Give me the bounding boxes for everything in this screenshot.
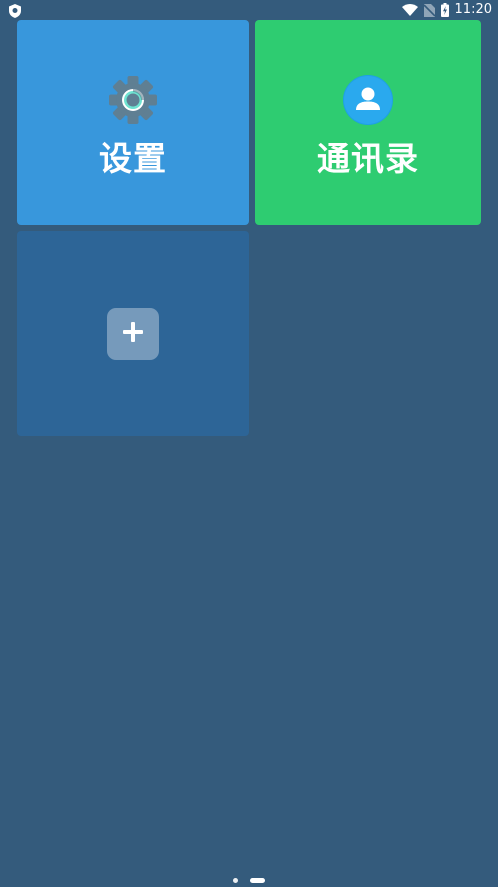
page-dot-active[interactable] (250, 877, 265, 883)
page-dot[interactable] (233, 877, 238, 883)
page-indicator (0, 876, 498, 884)
status-time: 11:20 (454, 2, 492, 17)
settings-label: 设置 (99, 138, 167, 178)
plus-icon (122, 321, 144, 347)
wifi-icon (401, 4, 418, 16)
settings-tile[interactable]: 设置 (17, 20, 249, 225)
contacts-label: 通讯录 (317, 138, 419, 178)
add-button[interactable] (107, 307, 159, 360)
add-app-tile[interactable] (17, 231, 249, 436)
status-icons: 11:20 (401, 0, 492, 20)
shield-icon (9, 3, 21, 18)
contacts-tile[interactable]: 通讯录 (255, 20, 481, 225)
battery-charging-icon (440, 3, 449, 17)
no-sim-icon (423, 3, 435, 17)
contact-icon (343, 74, 393, 125)
gear-icon (108, 75, 158, 125)
status-bar: 11:20 (0, 0, 498, 20)
